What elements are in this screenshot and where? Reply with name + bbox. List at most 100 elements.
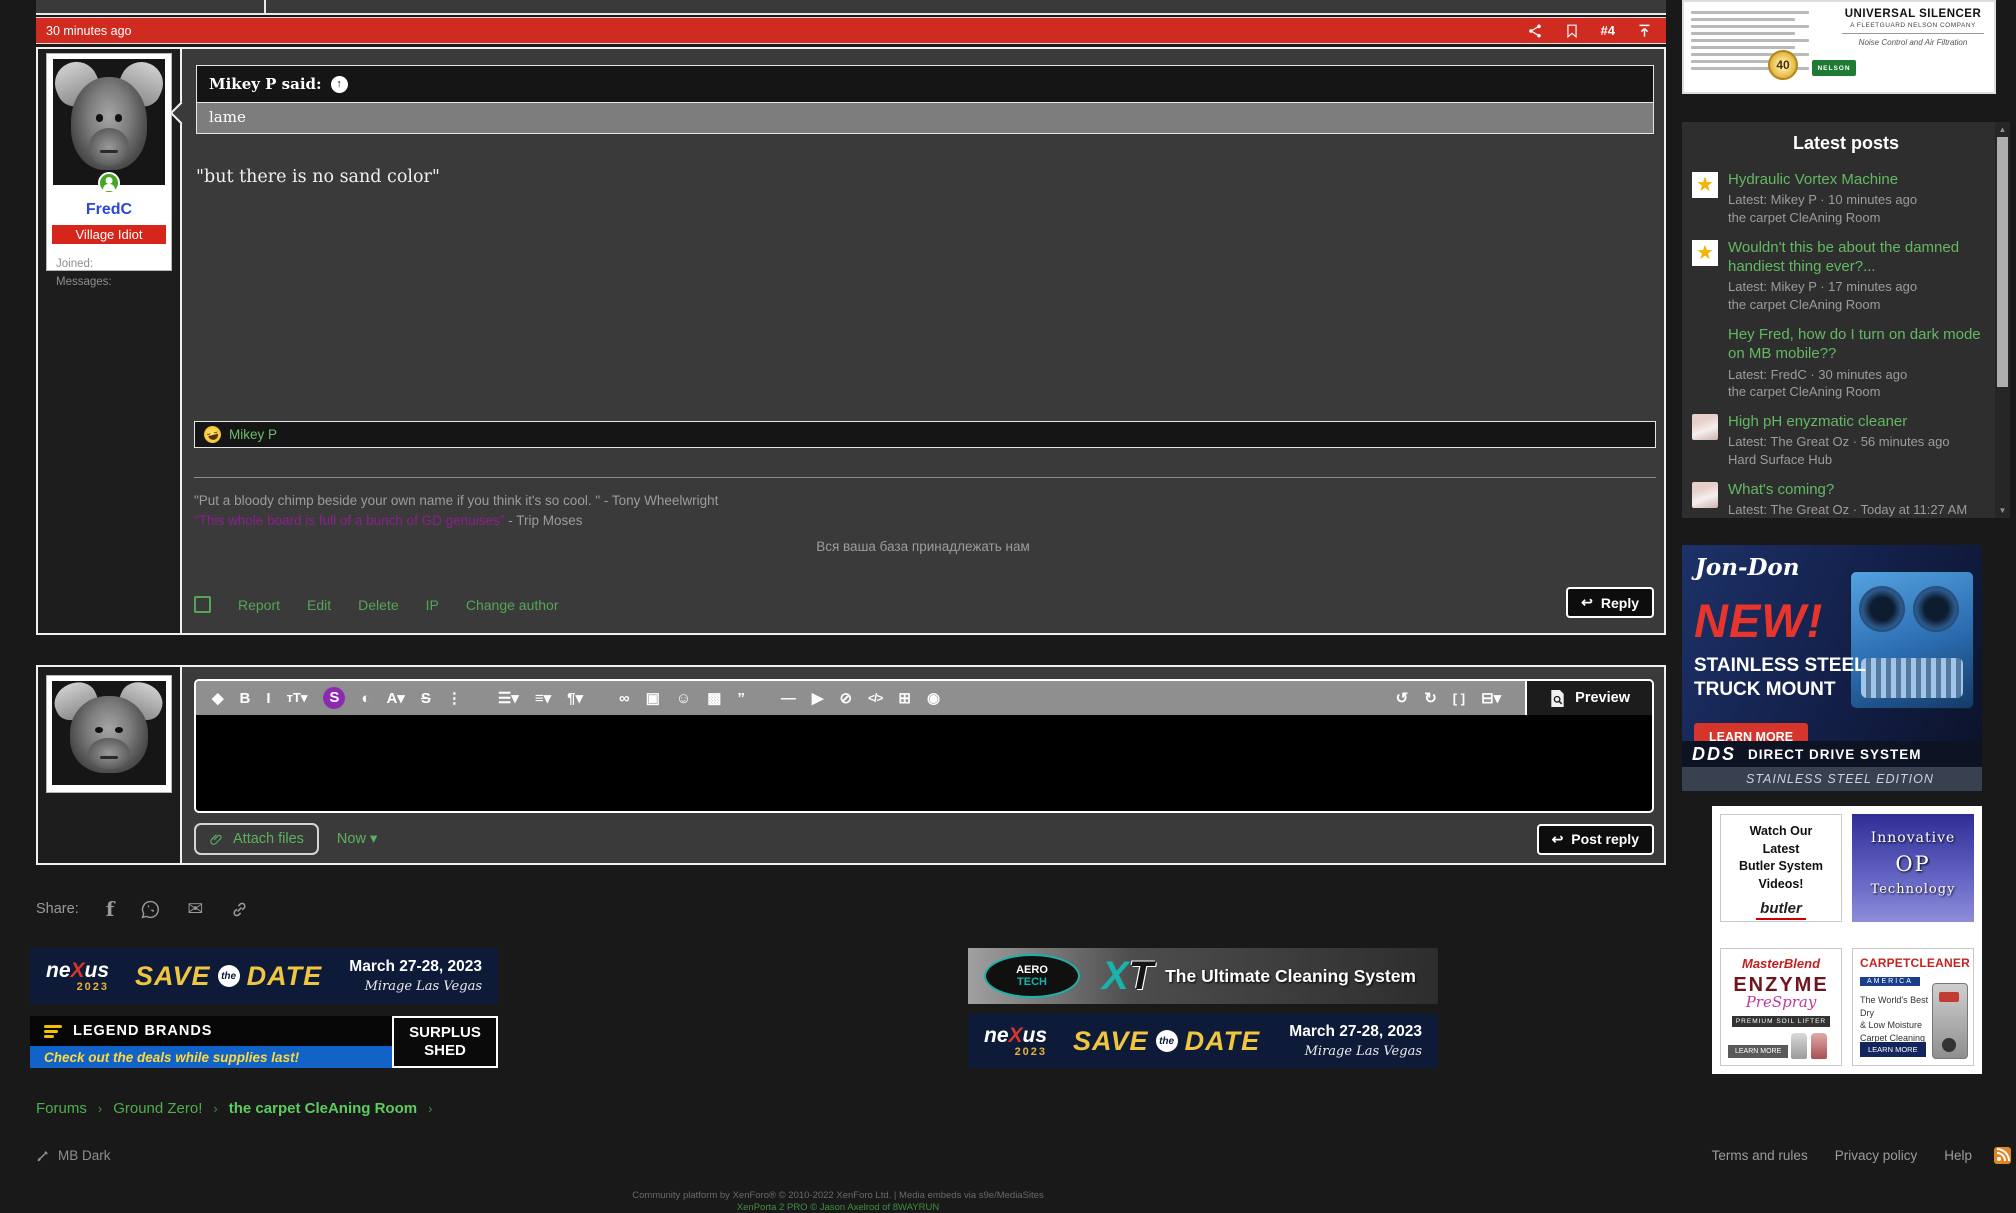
redo-icon[interactable]: ↻: [1424, 689, 1437, 707]
list-icon[interactable]: ☰▾: [498, 689, 519, 707]
learn-more-button[interactable]: LEARN MORE: [1860, 1042, 1926, 1057]
product-bottle-image: [1811, 1033, 1827, 1059]
nexus-save-the-date-ad[interactable]: neXus 2023 SAVE the DATE March 27-28, 20…: [968, 1014, 1438, 1068]
link-share-icon[interactable]: [230, 900, 249, 919]
thread-title[interactable]: What's coming?: [1728, 480, 1967, 499]
avatar: [1692, 414, 1718, 440]
thread-forum[interactable]: the carpet CleAning Room: [1728, 297, 1986, 314]
insert-image-icon[interactable]: ▣: [646, 689, 660, 707]
butler-videos-ad[interactable]: Watch Our Latest Butler System Videos! b…: [1720, 814, 1842, 922]
strikethrough-icon[interactable]: S: [421, 690, 431, 707]
text-color-icon[interactable]: ◐: [361, 690, 370, 707]
bold-icon[interactable]: B: [240, 690, 251, 707]
thread-title[interactable]: High pH enyzmatic cleaner: [1728, 412, 1950, 431]
breadcrumb-ground-zero[interactable]: Ground Zero!: [113, 1100, 202, 1117]
post-timestamp[interactable]: 30 minutes ago: [46, 24, 131, 38]
quote-header[interactable]: Mikey P said: ↑: [196, 65, 1654, 103]
xenporta-credit[interactable]: XenPorta 2 PRO © Jason Axelrod of 8WAYRU…: [0, 1202, 1676, 1213]
aerotech-xt-ad[interactable]: AEROTECH XT The Ultimate Cleaning System: [968, 948, 1438, 1004]
change-author-link[interactable]: Change author: [466, 597, 559, 613]
highlight-style-icon[interactable]: S: [323, 687, 345, 709]
reaction-user[interactable]: Mikey P: [229, 427, 277, 442]
scrollbar[interactable]: ▲ ▼: [1995, 122, 2010, 518]
goto-quoted-post-icon[interactable]: ↑: [331, 76, 348, 93]
remove-format-icon[interactable]: ◆: [212, 689, 224, 707]
thread-forum[interactable]: Hard Surface Hub: [1728, 452, 1950, 469]
more-options-icon[interactable]: ⋮: [447, 689, 462, 707]
jump-to-top-icon[interactable]: [1637, 23, 1652, 39]
post-number[interactable]: #4: [1601, 23, 1615, 38]
reactions-bar[interactable]: Mikey P: [194, 421, 1656, 448]
schedule-dropdown[interactable]: Now ▾: [337, 831, 377, 847]
learn-more-button[interactable]: LEARN MORE: [1728, 1045, 1788, 1058]
align-icon[interactable]: ≡▾: [535, 689, 551, 707]
insert-quote-icon[interactable]: ”: [737, 690, 745, 707]
font-family-icon[interactable]: A▾: [386, 689, 404, 707]
jondon-truck-mount-ad[interactable]: Jon-Don NEW! STAINLESS STEEL TRUCK MOUNT…: [1682, 545, 1982, 791]
ip-link[interactable]: IP: [426, 597, 439, 613]
post-reply-button[interactable]: ↩ Post reply: [1537, 824, 1654, 855]
select-post-checkbox[interactable]: [194, 596, 211, 613]
help-link[interactable]: Help: [1944, 1148, 1972, 1163]
preview-button[interactable]: Preview: [1525, 681, 1652, 715]
privacy-link[interactable]: Privacy policy: [1835, 1148, 1918, 1163]
breadcrumb-current-forum[interactable]: the carpet CleAning Room: [229, 1100, 417, 1117]
camera-icon[interactable]: ◉: [927, 689, 940, 707]
insert-link-icon[interactable]: ∞: [619, 690, 630, 707]
paragraph-format-icon[interactable]: ¶▾: [567, 689, 583, 707]
scroll-down-icon[interactable]: ▼: [1995, 506, 2010, 515]
thread-forum[interactable]: the carpet CleAning Room: [1728, 384, 1986, 401]
style-chooser[interactable]: MB Dark: [36, 1148, 111, 1163]
masterblend-enzyme-ad[interactable]: MasterBlend ENZYME PreSpray PREMIUM SOIL…: [1720, 948, 1842, 1066]
smilies-icon[interactable]: ☺: [676, 690, 691, 707]
surplus-shed-logo[interactable]: SURPLUSSHED: [392, 1016, 498, 1068]
innovative-op-technology-ad[interactable]: Innovative OP Technology: [1852, 814, 1974, 922]
text-size-icon[interactable]: ᴛT▾: [287, 690, 308, 706]
sticky-star-icon: ★: [1692, 172, 1718, 198]
avatar[interactable]: [53, 59, 165, 185]
rss-icon[interactable]: [1994, 1147, 2011, 1164]
thread-meta: Latest: Mikey P · 17 minutes ago: [1728, 279, 1986, 296]
delete-link[interactable]: Delete: [358, 597, 398, 613]
terms-link[interactable]: Terms and rules: [1712, 1148, 1808, 1163]
preview-icon: [1549, 689, 1566, 708]
thread-forum[interactable]: the carpet CleAning Room: [1728, 210, 1917, 227]
signature-attr-2: - Trip Moses: [508, 513, 582, 528]
reply-button[interactable]: ↩ Reply: [1566, 587, 1654, 618]
carpet-cleaner-america-ad[interactable]: CARPETCLEANER AMERICA The World's Best D…: [1852, 948, 1974, 1066]
reply-text-input[interactable]: [196, 715, 1652, 811]
universal-silencer-ad[interactable]: 40 NELSON UNIVERSAL SILENCER A FLEETGUAR…: [1682, 0, 1996, 94]
horizontal-rule-icon[interactable]: —: [781, 690, 796, 707]
share-row: Share: f ✉: [36, 897, 249, 921]
thread-title[interactable]: Hey Fred, how do I turn on dark mode on …: [1728, 325, 1986, 363]
share-icon[interactable]: [1527, 23, 1543, 39]
insert-media-icon[interactable]: ▶: [812, 689, 824, 707]
thread-title[interactable]: Hydraulic Vortex Machine: [1728, 170, 1917, 189]
scroll-up-icon[interactable]: ▲: [1995, 125, 2010, 134]
drafts-icon[interactable]: ⊟▾: [1481, 689, 1501, 707]
author-name[interactable]: FredC: [47, 201, 171, 219]
breadcrumb-forums[interactable]: Forums: [36, 1100, 87, 1117]
report-link[interactable]: Report: [238, 597, 280, 613]
email-share-icon[interactable]: ✉: [187, 898, 203, 921]
insert-code-icon[interactable]: </>: [868, 691, 882, 705]
bbcode-toggle-icon[interactable]: [ ]: [1453, 691, 1465, 706]
facebook-share-icon[interactable]: f: [106, 897, 115, 921]
whatsapp-share-icon[interactable]: [141, 900, 160, 919]
thread-title[interactable]: Wouldn't this be about the damned handie…: [1728, 238, 1986, 276]
italic-icon[interactable]: I: [266, 690, 270, 707]
editor-footer: Attach files Now ▾ ↩ Post reply: [194, 823, 1654, 855]
signature-quote-2[interactable]: "This whole board is full of a bunch of …: [194, 513, 505, 528]
bookmark-icon[interactable]: [1565, 23, 1579, 39]
nexus-save-the-date-ad[interactable]: neXus 2023 SAVE the DATE March 27-28, 20…: [30, 948, 498, 1004]
undo-icon[interactable]: ↺: [1396, 689, 1409, 707]
avatar[interactable]: [52, 681, 166, 785]
insert-gallery-icon[interactable]: ▩: [707, 689, 721, 707]
attach-files-button[interactable]: Attach files: [194, 823, 319, 855]
thread-meta: Latest: The Great Oz · Today at 11:27 AM: [1728, 502, 1967, 518]
spoiler-icon[interactable]: ⊘: [839, 689, 852, 707]
insert-table-icon[interactable]: ⊞: [898, 689, 911, 707]
edit-link[interactable]: Edit: [307, 597, 331, 613]
legend-brands-ad[interactable]: LEGEND BRANDS Check out the deals while …: [30, 1016, 498, 1068]
scrollbar-thumb[interactable]: [1997, 137, 2008, 387]
